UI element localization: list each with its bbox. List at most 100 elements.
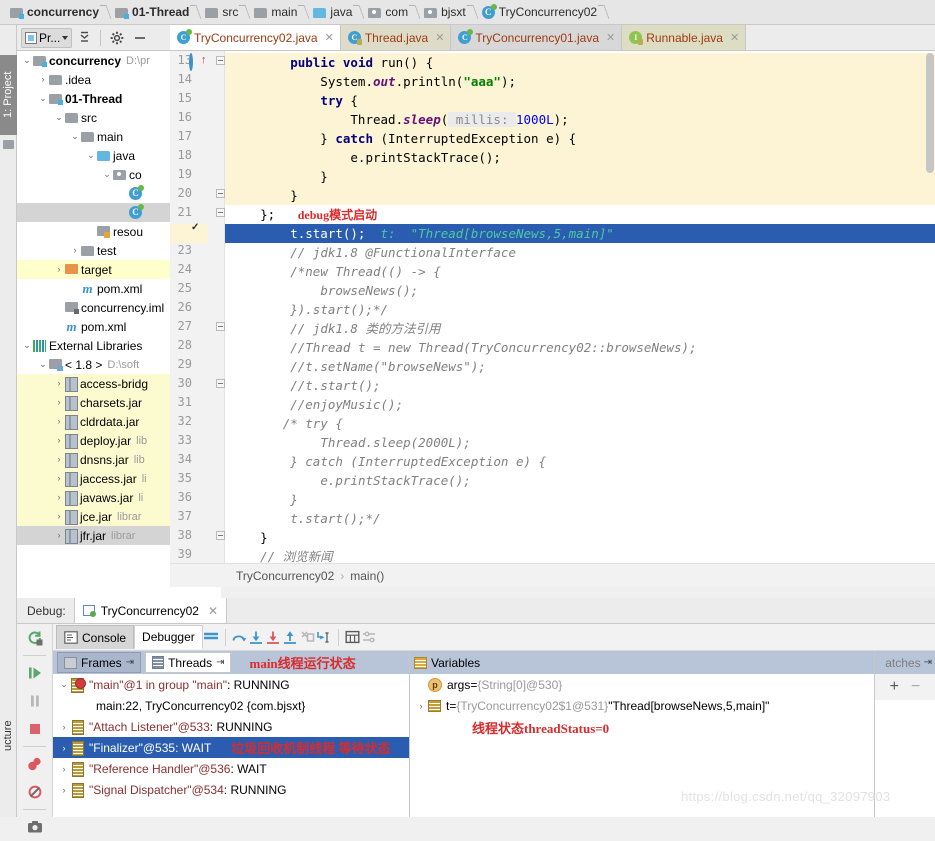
force-step-into-button[interactable]: [265, 629, 282, 646]
tree-expand-arrow-icon[interactable]: ›: [53, 431, 65, 450]
tree-expand-arrow-icon[interactable]: ›: [53, 488, 65, 507]
pin-icon[interactable]: ⇥: [216, 657, 224, 668]
code-line[interactable]: // jdk1.8 类的方法引用: [225, 319, 935, 338]
settings-button[interactable]: [107, 29, 127, 47]
pause-program-button[interactable]: [17, 687, 53, 715]
code-line[interactable]: //t.start();: [225, 376, 935, 395]
close-icon[interactable]: ✕: [435, 31, 444, 44]
close-icon[interactable]: ✕: [208, 604, 218, 618]
code-line[interactable]: // jdk1.8 @FunctionalInterface: [225, 243, 935, 262]
tool-window-button-structure[interactable]: ucture: [0, 701, 17, 771]
code-line[interactable]: /*new Thread(() -> {: [225, 262, 935, 281]
code-line[interactable]: }; debug模式启动: [225, 205, 935, 224]
view-breakpoints-button[interactable]: [17, 750, 53, 778]
tree-expand-arrow-icon[interactable]: ›: [37, 70, 49, 89]
tree-expand-arrow-icon[interactable]: ›: [57, 722, 71, 732]
remove-watch-button[interactable]: −: [911, 678, 920, 696]
screenshot-button[interactable]: [17, 813, 53, 841]
tab-debugger[interactable]: Debugger: [134, 625, 203, 649]
debug-session-tab[interactable]: TryConcurrency02 ✕: [73, 598, 228, 623]
fold-marker[interactable]: [216, 208, 225, 217]
variable-row[interactable]: p args = {String[0]@530}: [410, 674, 935, 695]
tree-expand-arrow-icon[interactable]: ›: [53, 526, 65, 545]
code-line[interactable]: } catch (InterruptedException e) {: [225, 452, 935, 471]
tree-expand-arrow-icon[interactable]: ⌄: [37, 355, 49, 374]
tool-window-button-project[interactable]: 1: Project: [0, 55, 17, 135]
tree-expand-arrow-icon[interactable]: ⌄: [53, 108, 65, 127]
breadcrumb-item-java[interactable]: java: [309, 0, 365, 25]
code-line[interactable]: }).start();*/: [225, 300, 935, 319]
tree-expand-arrow-icon[interactable]: ⌄: [37, 89, 49, 108]
evaluate-expression-button[interactable]: [344, 629, 361, 646]
tree-expand-arrow-icon[interactable]: ›: [53, 507, 65, 526]
tree-expand-arrow-icon[interactable]: ›: [57, 743, 71, 753]
code-line[interactable]: browseNews();: [225, 281, 935, 300]
breadcrumb-item-tryconcurrency02[interactable]: C TryConcurrency02: [478, 0, 610, 25]
thread-row[interactable]: › "Finalizer"@535: WAIT 垃圾回收机制线程 等待状态: [53, 737, 409, 758]
thread-row[interactable]: ⌄ "main"@1 in group "main": RUNNING: [53, 674, 409, 695]
add-watch-button[interactable]: +: [890, 678, 899, 696]
code-lines[interactable]: public void run() { System.out.println("…: [225, 51, 935, 563]
code-line[interactable]: Thread.sleep(2000L);: [225, 433, 935, 452]
code-line[interactable]: try {: [225, 91, 935, 110]
tree-expand-arrow-icon[interactable]: ›: [53, 260, 65, 279]
tree-expand-arrow-icon[interactable]: ⌄: [69, 127, 81, 146]
gutter-markers[interactable]: ↑: [170, 51, 225, 563]
tree-expand-arrow-icon[interactable]: ›: [414, 701, 428, 711]
pin-icon[interactable]: ⇥: [126, 657, 134, 668]
tree-expand-arrow-icon[interactable]: ›: [69, 241, 81, 260]
breadcrumb-item-bjsxt[interactable]: bjsxt: [420, 0, 479, 25]
tree-expand-arrow-icon[interactable]: ›: [53, 374, 65, 393]
pin-icon[interactable]: ⇥: [924, 657, 932, 668]
thread-row[interactable]: › "Attach Listener"@533: RUNNING: [53, 716, 409, 737]
hide-button[interactable]: [130, 29, 150, 47]
collapse-all-button[interactable]: [75, 29, 94, 46]
close-icon[interactable]: ✕: [730, 31, 739, 44]
fold-marker[interactable]: [216, 379, 225, 388]
tree-expand-arrow-icon[interactable]: ›: [53, 393, 65, 412]
code-line[interactable]: }: [225, 490, 935, 509]
mute-breakpoints-button[interactable]: [17, 778, 53, 806]
code-line[interactable]: public void run() {: [225, 53, 935, 72]
code-line[interactable]: System.out.println("aaa");: [225, 72, 935, 91]
variable-row[interactable]: › t = {TryConcurrency02$1@531} "Thread[br…: [410, 695, 935, 716]
thread-row[interactable]: › "Reference Handler"@536: WAIT: [53, 758, 409, 779]
run-method-gutter-icon[interactable]: ↑: [189, 53, 207, 71]
breadcrumb-item-com[interactable]: com: [364, 0, 421, 25]
fold-marker[interactable]: [216, 322, 225, 331]
tree-expand-arrow-icon[interactable]: ⌄: [21, 336, 33, 355]
editor-tab[interactable]: C TryConcurrency02.java ✕: [170, 25, 341, 50]
editor-scrollbar-thumb[interactable]: [926, 53, 934, 173]
tab-frames[interactable]: Frames ⇥: [57, 652, 142, 673]
tree-expand-arrow-icon[interactable]: ›: [53, 412, 65, 431]
code-line[interactable]: t.start();*/: [225, 509, 935, 528]
editor-tab[interactable]: C Thread.java ✕: [340, 25, 452, 50]
code-line[interactable]: //Thread t = new Thread(TryConcurrency02…: [225, 338, 935, 357]
breadcrumb-class[interactable]: TryConcurrency02: [236, 569, 334, 583]
code-line[interactable]: e.printStackTrace();: [225, 471, 935, 490]
tree-expand-arrow-icon[interactable]: ›: [57, 785, 71, 795]
breadcrumb-method[interactable]: main(): [350, 569, 384, 583]
code-editor[interactable]: 1314151617181920212223242526272829303132…: [170, 51, 935, 563]
fold-marker[interactable]: [216, 531, 225, 540]
tree-expand-arrow-icon[interactable]: ⌄: [21, 51, 33, 70]
code-line[interactable]: /* try {: [225, 414, 935, 433]
code-line[interactable]: }: [225, 186, 935, 205]
code-line[interactable]: //t.setName("browseNews");: [225, 357, 935, 376]
resume-program-button[interactable]: [17, 659, 53, 687]
tree-expand-arrow-icon[interactable]: ›: [53, 469, 65, 488]
close-icon[interactable]: ✕: [325, 31, 334, 44]
code-line[interactable]: // 浏览新闻: [225, 547, 935, 563]
breadcrumb-item-src[interactable]: src: [201, 0, 251, 25]
step-into-button[interactable]: [248, 629, 265, 646]
favorites-icon[interactable]: [3, 140, 14, 149]
settings-debugger-button[interactable]: [361, 629, 378, 646]
tree-expand-arrow-icon[interactable]: ⌄: [85, 146, 97, 165]
fold-marker[interactable]: [216, 56, 225, 65]
editor-tab[interactable]: I Runnable.java ✕: [622, 25, 747, 50]
drop-frame-button[interactable]: [299, 629, 316, 646]
editor-tab[interactable]: C TryConcurrency01.java ✕: [451, 25, 623, 50]
stack-frame-row[interactable]: main:22, TryConcurrency02 {com.bjsxt}: [53, 695, 409, 716]
tab-console[interactable]: Console: [56, 625, 135, 649]
code-line[interactable]: e.printStackTrace();: [225, 148, 935, 167]
